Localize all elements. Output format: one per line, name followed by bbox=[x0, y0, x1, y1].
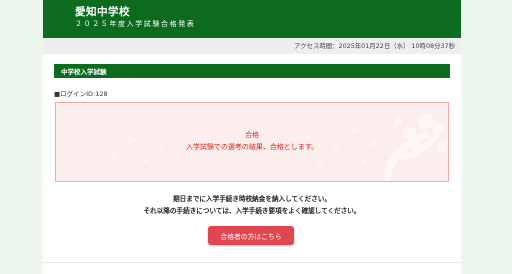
page-subtitle: ２０２５年度入学試験合格発表 bbox=[75, 20, 196, 28]
successful-applicants-button[interactable]: 合格者の方はこちら bbox=[208, 226, 294, 245]
access-time: アクセス時間：2025年01月22日（水） 10時08分37秒 bbox=[294, 42, 455, 50]
access-bar: アクセス時間：2025年01月22日（水） 10時08分37秒 bbox=[43, 38, 461, 54]
divider bbox=[43, 262, 461, 263]
section-title: 中学校入学試験 bbox=[61, 68, 107, 76]
result-message: 入学試験での選考の結果、合格とします。 bbox=[185, 143, 319, 151]
notice-line-2: それ以降の手続きについては、入学手続き要項をよく確認してください。 bbox=[143, 207, 361, 215]
notice-line-1: 期日までに入学手続き時校納金を納入してください。 bbox=[173, 195, 331, 203]
result-box: 合格 入学試験での選考の結果、合格とします。 bbox=[55, 102, 449, 182]
page-container: 愛知中学校 ２０２５年度入学試験合格発表 アクセス時間：2025年01月22日（… bbox=[43, 0, 461, 274]
result-status: 合格 bbox=[245, 131, 259, 139]
login-id: ■ログインID:128 bbox=[54, 90, 108, 98]
section-header: 中学校入学試験 bbox=[54, 64, 450, 78]
site-header: 愛知中学校 ２０２５年度入学試験合格発表 bbox=[43, 0, 461, 38]
school-name: 愛知中学校 bbox=[75, 6, 130, 18]
